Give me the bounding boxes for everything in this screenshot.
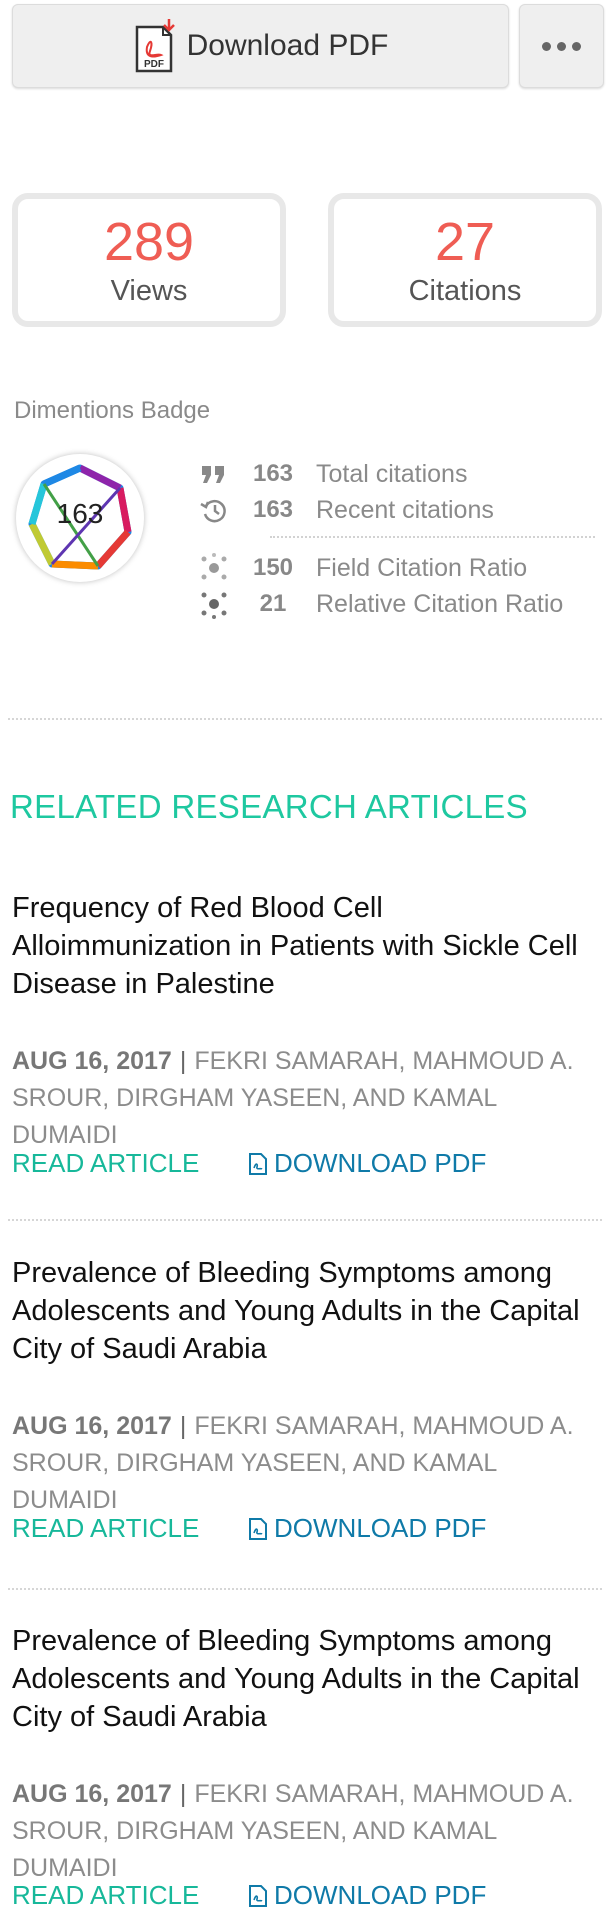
article-divider <box>8 1588 602 1590</box>
meta-separator: | <box>179 1047 187 1075</box>
section-divider <box>8 718 602 720</box>
dimensions-badge[interactable]: 163 <box>16 454 144 582</box>
stat-value: 150 <box>252 554 294 581</box>
download-pdf-link[interactable]: DOWNLOAD PDF <box>248 1148 486 1179</box>
file-pdf-icon <box>248 1884 268 1908</box>
read-article-link[interactable]: READ ARTICLE <box>12 1880 199 1911</box>
views-card: 289 Views <box>12 193 286 327</box>
more-dots-icon <box>542 41 581 51</box>
dimensions-badge-title: Dimentions Badge <box>14 397 211 424</box>
stat-value: 163 <box>252 496 294 523</box>
stat-label: Total citations <box>316 459 468 488</box>
article-date: AUG 16, 2017 <box>12 1780 172 1808</box>
svg-text:PDF: PDF <box>144 59 164 70</box>
article-meta: AUG 16, 2017 | FEKRI SAMARAH, MAHMOUD A. S… <box>12 1043 602 1154</box>
related-articles-heading: RELATED RESEARCH ARTICLES <box>10 788 528 825</box>
more-options-button[interactable] <box>519 4 604 88</box>
stat-total-citations: 163 Total citations <box>198 458 467 490</box>
stat-value: 21 <box>259 590 287 617</box>
stat-relative-citation-ratio: 21 Relative Citation Ratio <box>198 588 563 620</box>
article-meta: AUG 16, 2017 | FEKRI SAMARAH, MAHMOUD A. S… <box>12 1776 602 1887</box>
meta-separator: | <box>179 1412 187 1440</box>
stat-value: 163 <box>252 460 294 487</box>
article-title[interactable]: Frequency of Red Blood Cell Alloimmuniza… <box>12 889 602 1003</box>
views-count: 289 <box>103 212 195 272</box>
download-pdf-label: Download PDF <box>186 29 389 62</box>
article-date: AUG 16, 2017 <box>12 1412 172 1440</box>
history-icon <box>198 494 230 526</box>
meta-separator: | <box>179 1780 187 1808</box>
stat-label: Field Citation Ratio <box>316 553 528 582</box>
network-icon <box>198 552 230 584</box>
article-title[interactable]: Prevalence of Bleeding Symptoms among Ad… <box>12 1254 602 1368</box>
read-article-link[interactable]: READ ARTICLE <box>12 1513 199 1544</box>
citations-count: 27 <box>434 212 496 272</box>
file-pdf-icon <box>248 1152 268 1176</box>
network-icon <box>198 588 230 620</box>
article-divider <box>8 1219 602 1221</box>
article-date: AUG 16, 2017 <box>12 1047 172 1075</box>
stat-recent-citations: 163 Recent citations <box>198 494 494 526</box>
download-pdf-label: DOWNLOAD PDF <box>274 1880 487 1910</box>
article-title[interactable]: Prevalence of Bleeding Symptoms among Ad… <box>12 1622 602 1736</box>
stat-divider <box>270 536 595 538</box>
download-pdf-button[interactable]: PDF Download PDF <box>12 4 509 88</box>
citations-card: 27 Citations <box>328 193 602 327</box>
download-pdf-label: DOWNLOAD PDF <box>274 1513 487 1543</box>
pdf-file-icon: PDF <box>133 17 177 75</box>
stat-label: Recent citations <box>316 495 494 524</box>
download-pdf-link[interactable]: DOWNLOAD PDF <box>248 1880 486 1911</box>
quote-icon <box>198 458 230 490</box>
download-pdf-label: DOWNLOAD PDF <box>274 1148 487 1178</box>
stat-label: Relative Citation Ratio <box>316 589 564 618</box>
download-pdf-link[interactable]: DOWNLOAD PDF <box>248 1513 486 1544</box>
badge-citation-count: 163 <box>56 498 104 529</box>
article-meta: AUG 16, 2017 | FEKRI SAMARAH, MAHMOUD A. S… <box>12 1408 602 1519</box>
file-pdf-icon <box>248 1517 268 1541</box>
read-article-link[interactable]: READ ARTICLE <box>12 1148 199 1179</box>
views-label: Views <box>110 275 188 307</box>
citations-label: Citations <box>408 275 522 307</box>
stat-field-citation-ratio: 150 Field Citation Ratio <box>198 552 527 584</box>
